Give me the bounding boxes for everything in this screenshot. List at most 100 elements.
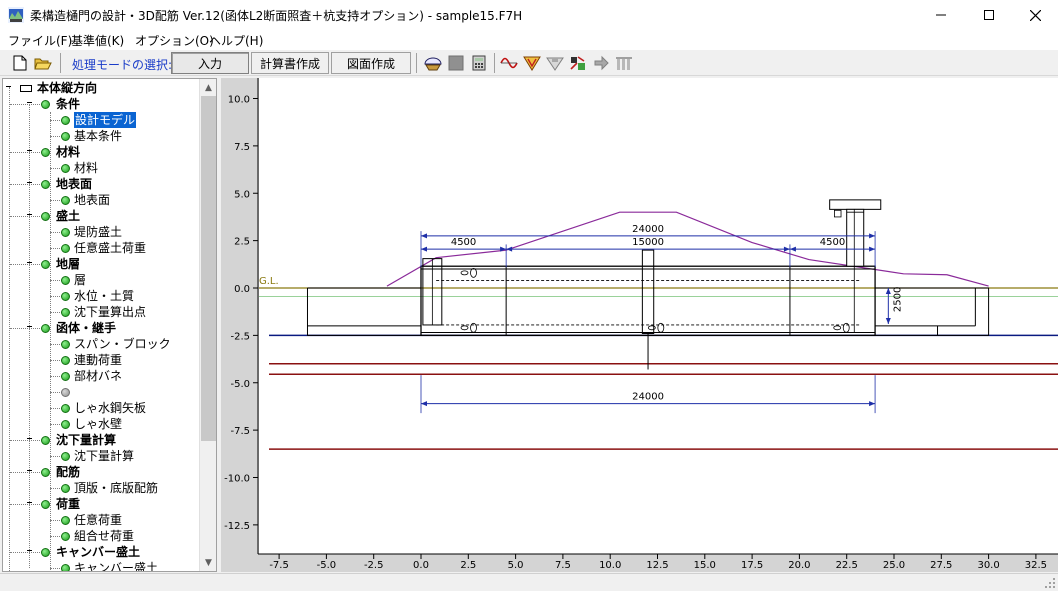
status-dot-icon <box>61 340 70 349</box>
collapse-icon[interactable] <box>27 438 32 439</box>
y-tick-label: 7.5 <box>234 142 250 153</box>
y-tick-label: 10.0 <box>228 95 250 106</box>
tree-leaf-item[interactable]: 堤防盛土 <box>3 224 201 240</box>
tree-category-item[interactable]: 地表面 <box>3 176 201 192</box>
maximize-button[interactable] <box>966 0 1012 30</box>
tree-leaf-item[interactable]: 層 <box>3 272 201 288</box>
tree-item-label: 地層 <box>56 257 81 271</box>
tree-leaf-item[interactable]: しゃ水鋼矢板 <box>3 400 201 416</box>
x-tick-label: -5.0 <box>317 560 337 571</box>
tree-leaf-item[interactable]: スパン・ブロック <box>3 336 201 352</box>
collapse-icon[interactable] <box>27 262 32 263</box>
tree-leaf-item[interactable]: しゃ水壁 <box>3 416 201 432</box>
rebar-3d-button[interactable] <box>568 53 588 73</box>
tree-leaf-item[interactable]: 頂版・底版配筋 <box>3 480 201 496</box>
tree-item-label: 水位・土質 <box>74 289 135 303</box>
maximize-icon <box>984 10 994 20</box>
tree-category-item[interactable]: 配筋 <box>3 464 201 480</box>
tree-item-label: 層 <box>74 273 87 287</box>
plot-background <box>259 78 1058 554</box>
menu-options[interactable]: オプション(O) <box>135 32 214 49</box>
collapse-icon[interactable] <box>6 86 11 87</box>
calculator-button[interactable] <box>469 53 489 73</box>
status-dot-icon <box>61 452 70 461</box>
tree-scroll-thumb[interactable] <box>201 96 216 441</box>
tree-category-item[interactable]: 沈下量計算 <box>3 432 201 448</box>
tree-leaf-item[interactable]: 任意荷重 <box>3 512 201 528</box>
y-tick-label: -10.0 <box>224 474 250 485</box>
tree-item-label: 地表面 <box>56 177 93 191</box>
tree-guide-line <box>10 184 40 185</box>
status-dot-icon <box>61 244 70 253</box>
y-tick-label: -12.5 <box>224 521 250 532</box>
collapse-icon[interactable] <box>27 182 32 183</box>
scroll-up-arrow-icon[interactable]: ▲ <box>200 79 216 96</box>
y-tick-label: -2.5 <box>230 331 250 342</box>
tree-leaf-item[interactable]: 任意盛土荷重 <box>3 240 201 256</box>
tree-leaf-item[interactable]: 設計モデル <box>3 112 201 128</box>
tree-leaf-item[interactable]: 材料 <box>3 160 201 176</box>
tree-item-label: 本体縦方向 <box>37 81 98 95</box>
calc-report-mode-button[interactable]: 計算書作成 <box>251 52 329 74</box>
tree-leaf-item[interactable] <box>3 384 201 400</box>
scroll-down-arrow-icon[interactable]: ▼ <box>200 554 216 571</box>
tree-item-label: 基本条件 <box>74 129 123 143</box>
collapse-icon[interactable] <box>27 502 32 503</box>
open-folder-icon <box>34 58 52 69</box>
tree-guide-line <box>10 440 40 441</box>
tree-category-item[interactable]: 盛土 <box>3 208 201 224</box>
menu-help[interactable]: ヘルプ(H) <box>209 32 263 49</box>
collapse-icon[interactable] <box>27 214 32 215</box>
y-tick-label: 5.0 <box>234 189 250 200</box>
status-dot-icon <box>41 260 50 269</box>
tree-leaf-item[interactable]: 地表面 <box>3 192 201 208</box>
input-mode-button[interactable]: 入力 <box>171 52 249 74</box>
tree-category-item[interactable]: 荷重 <box>3 496 201 512</box>
tree-category-item[interactable]: 条件 <box>3 96 201 112</box>
tree-category-item[interactable]: キャンバー盛土 <box>3 544 201 560</box>
tree-leaf-item[interactable]: 組合せ荷重 <box>3 528 201 544</box>
tree-guide-line <box>10 152 40 153</box>
minimize-button[interactable] <box>918 0 964 30</box>
tree-leaf-item[interactable]: キャンバー盛土 <box>3 560 201 571</box>
status-dot-icon <box>41 324 50 333</box>
collapse-icon[interactable] <box>27 150 32 151</box>
collapse-icon[interactable] <box>27 102 32 103</box>
tree-leaf-item[interactable]: 部材バネ <box>3 368 201 384</box>
tree-category-item[interactable]: 地層 <box>3 256 201 272</box>
tree-leaf-item[interactable]: 沈下量計算 <box>3 448 201 464</box>
tree-leaf-item[interactable]: 基本条件 <box>3 128 201 144</box>
tree-scrollbar[interactable]: ▲ ▼ <box>199 79 216 571</box>
x-tick-label: 2.5 <box>460 560 476 571</box>
model-drawing-area[interactable]: 10.0 7.5 5.0 2.5 0.0 -2.5 -5.0 -7.5 -10.0 -12.5 -7… <box>221 78 1058 572</box>
tree-leaf-item[interactable]: 沈下量算出点 <box>3 304 201 320</box>
status-dot-icon <box>61 532 70 541</box>
menu-standard-values[interactable]: 基準値(K) <box>71 32 124 49</box>
settlement-button[interactable] <box>545 53 565 73</box>
collapse-icon[interactable] <box>27 470 32 471</box>
ground-shape-button[interactable] <box>423 53 443 73</box>
tree-leaf-item[interactable]: 連動荷重 <box>3 352 201 368</box>
tree-category-item[interactable]: 材料 <box>3 144 201 160</box>
menu-file[interactable]: ファイル(F) <box>8 32 72 49</box>
resize-grip-icon[interactable] <box>1045 578 1055 588</box>
tree-item-label: 沈下量算出点 <box>74 305 147 319</box>
tree-root-item[interactable]: 本体縦方向 <box>3 80 201 96</box>
tree-category-item[interactable]: 函体・継手 <box>3 320 201 336</box>
wave-load-icon <box>500 57 518 69</box>
drawing-mode-button[interactable]: 図面作成 <box>331 52 411 74</box>
close-button[interactable] <box>1012 0 1058 30</box>
collapse-icon[interactable] <box>27 550 32 551</box>
tree-leaf-item[interactable]: 水位・土質 <box>3 288 201 304</box>
collapse-icon[interactable] <box>27 326 32 327</box>
y-tick-label: -5.0 <box>230 379 250 390</box>
new-file-button[interactable] <box>10 53 30 73</box>
open-folder-button[interactable] <box>33 53 53 73</box>
column-icon <box>616 57 632 70</box>
pile-button[interactable] <box>591 53 611 73</box>
wave-load-button[interactable] <box>499 53 519 73</box>
gray-square-button[interactable] <box>446 53 466 73</box>
column-button[interactable] <box>614 53 634 73</box>
earth-pressure-button[interactable] <box>522 53 542 73</box>
tree-item-label: 設計モデル <box>74 112 137 128</box>
